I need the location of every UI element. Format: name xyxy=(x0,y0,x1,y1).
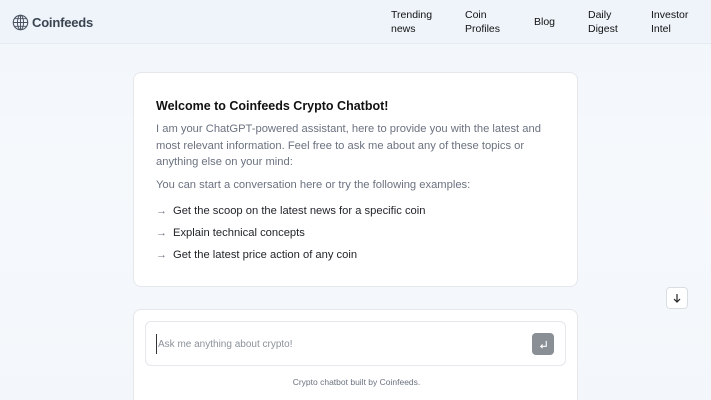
arrow-down-icon xyxy=(673,294,681,303)
logo-text: Coinfeeds xyxy=(32,14,94,30)
welcome-title: Welcome to Coinfeeds Crypto Chatbot! xyxy=(156,99,389,113)
chat-input[interactable] xyxy=(156,334,516,354)
footer-note: Crypto chatbot built by Coinfeeds. xyxy=(292,377,421,387)
nav-blog[interactable]: Blog xyxy=(534,15,555,29)
nav-coin-profiles[interactable]: Coin Profiles xyxy=(465,8,500,36)
nav-daily-digest[interactable]: Daily Digest xyxy=(588,8,618,36)
logo[interactable]: Coinfeeds xyxy=(12,12,93,32)
arrow-right-icon: → xyxy=(156,227,167,239)
example-label: Explain technical concepts xyxy=(173,227,305,239)
example-label: Get the latest price action of any coin xyxy=(173,249,358,261)
send-button[interactable] xyxy=(532,333,554,355)
chat-input-panel: Crypto chatbot built by Coinfeeds. xyxy=(133,309,578,400)
nav-investor-intel[interactable]: Investor Intel xyxy=(651,8,688,36)
globe-icon xyxy=(12,14,29,30)
top-header: Coinfeeds Trending news Coin Profiles Bl… xyxy=(0,0,711,44)
chat-input-box xyxy=(145,321,566,366)
example-label: Get the scoop on the latest news for a s… xyxy=(173,205,426,217)
nav-trending-news[interactable]: Trending news xyxy=(391,8,432,36)
arrow-right-icon: → xyxy=(156,249,167,261)
welcome-card: Welcome to Coinfeeds Crypto Chatbot! I a… xyxy=(133,72,578,287)
arrow-right-icon: → xyxy=(156,205,167,217)
example-technical-concepts[interactable]: → Explain technical concepts xyxy=(156,227,305,239)
welcome-prompt: You can start a conversation here or try… xyxy=(156,179,471,191)
welcome-intro: I am your ChatGPT-powered assistant, her… xyxy=(156,123,541,168)
enter-icon xyxy=(539,340,547,349)
scroll-down-button[interactable] xyxy=(666,287,688,309)
example-price-action[interactable]: → Get the latest price action of any coi… xyxy=(156,249,357,261)
example-latest-news[interactable]: → Get the scoop on the latest news for a… xyxy=(156,205,425,217)
